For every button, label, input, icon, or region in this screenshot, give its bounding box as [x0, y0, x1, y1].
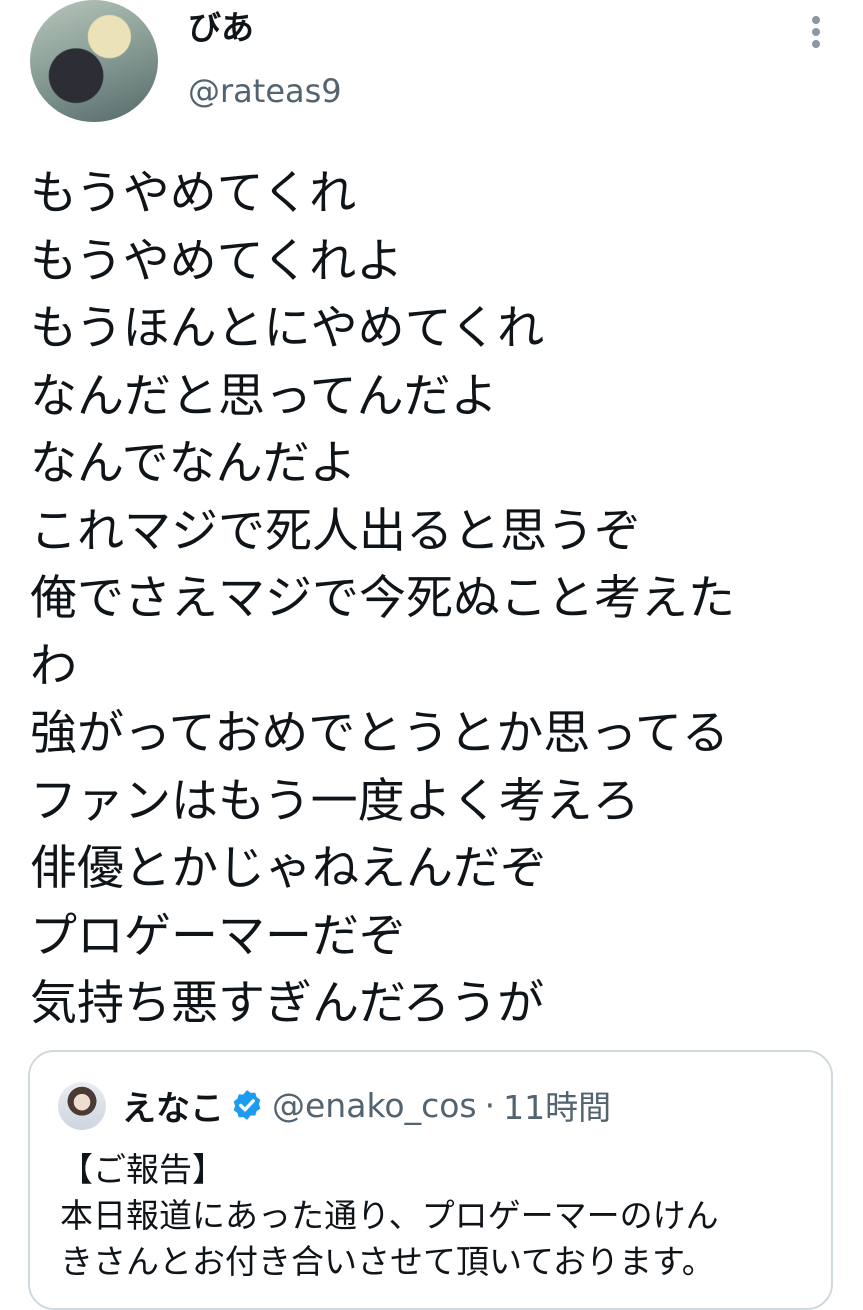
tweet-line: もうほんとにやめてくれ	[30, 301, 545, 356]
quoted-author-handle: @enako_cos	[272, 1085, 477, 1125]
tweet-line: プロゲーマーだぞ	[30, 908, 406, 964]
tweet-line: 強がっておめでとうとか思ってる	[30, 706, 729, 761]
quoted-tweet-header: えなこ @enako_cos · 11時間	[122, 1082, 612, 1129]
tweet-line: これマジで死人出ると思うぞ	[30, 503, 641, 559]
quoted-tweet-line: きさんとお付き合いさせて頂いております。	[60, 1242, 715, 1281]
tweet-line: ファンはもう一度よく考えろ	[30, 773, 640, 829]
more-vertical-icon	[812, 16, 820, 48]
tweet-line: なんだと思ってんだよ	[30, 368, 498, 424]
tweet-line: 気持ち悪すぎんだろうが	[30, 976, 545, 1031]
quoted-author-avatar	[58, 1082, 106, 1130]
quoted-tweet-card[interactable]: えなこ @enako_cos · 11時間 【ご報告】 本日報道にあった通り、プ…	[28, 1050, 833, 1310]
author-handle[interactable]: @rateas9	[188, 70, 342, 112]
tweet-line: もうやめてくれよ	[30, 233, 404, 289]
quoted-tweet-timestamp: 11時間	[503, 1088, 612, 1127]
tweet-line: なんでなんだよ	[30, 436, 357, 491]
more-options-button[interactable]	[798, 10, 834, 54]
tweet-line: もうやめてくれ	[30, 166, 357, 221]
quoted-author-display-name: えなこ	[122, 1088, 224, 1129]
verified-badge-icon	[230, 1088, 264, 1122]
author-avatar[interactable]	[30, 0, 158, 122]
quoted-tweet-line: 本日報道にあった通り、プロゲーマーのけん	[60, 1196, 719, 1235]
separator-dot: ·	[484, 1085, 496, 1125]
tweet-text: もうやめてくれ もうやめてくれよ もうほんとにやめてくれ なんだと思ってんだよ …	[30, 160, 835, 1038]
tweet-line: 俺でさえマジで今死ぬこと考えた	[30, 571, 735, 626]
tweet-line: 俳優とかじゃねえんだぞ	[30, 841, 547, 896]
author-display-name[interactable]: びあ	[188, 6, 254, 50]
tweet-line: わ	[30, 638, 77, 694]
quoted-tweet-line: 【ご報告】	[60, 1150, 225, 1189]
quoted-tweet-text: 【ご報告】 本日報道にあった通り、プロゲーマーのけん きさんとお付き合いさせて頂…	[60, 1147, 820, 1285]
